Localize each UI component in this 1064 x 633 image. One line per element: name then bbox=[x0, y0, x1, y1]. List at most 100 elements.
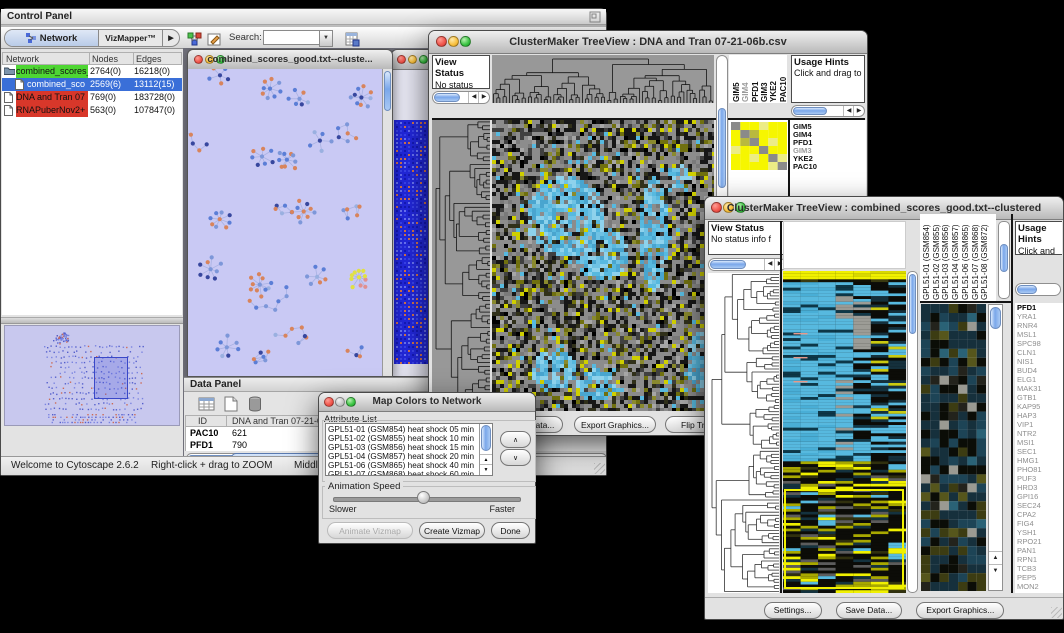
create-vizmap-button[interactable]: Create Vizmap bbox=[419, 522, 485, 539]
network-table-row[interactable]: combined_scores_2764(0)16218(0) bbox=[2, 65, 182, 78]
select-attributes-icon[interactable] bbox=[198, 396, 216, 417]
zoom-heatmap[interactable] bbox=[921, 304, 986, 591]
global-heatmap[interactable] bbox=[492, 120, 714, 411]
gene-label[interactable]: MSL1 bbox=[1015, 330, 1063, 339]
gene-label[interactable]: RPN1 bbox=[1015, 555, 1063, 564]
treeview2-titlebar[interactable]: ClusterMaker TreeView : combined_scores_… bbox=[705, 197, 1063, 220]
attribute-list-scrollbar[interactable]: ▲ ▼ bbox=[479, 424, 492, 475]
zoom-button[interactable] bbox=[419, 55, 428, 64]
gene-label[interactable]: GTB1 bbox=[1015, 393, 1063, 402]
network-table-row[interactable]: RNAPuberNov2+563(0)107847(0) bbox=[2, 104, 182, 117]
resize-grip[interactable] bbox=[594, 463, 605, 474]
gene-label[interactable]: PHO81 bbox=[1015, 465, 1063, 474]
gene-label[interactable]: NTR2 bbox=[1015, 429, 1063, 438]
treeview-button[interactable]: Save Data... bbox=[836, 602, 903, 619]
move-up-button[interactable]: ∧ bbox=[500, 431, 531, 448]
treeview-button[interactable]: Settings... bbox=[764, 602, 822, 619]
scroll-up-arrow[interactable]: ▲ bbox=[989, 551, 1002, 564]
column-label[interactable]: GPL51-08 (GSM872) bbox=[980, 214, 990, 300]
search-dropdown-button[interactable]: ▼ bbox=[319, 30, 333, 47]
gene-label[interactable]: MON2 bbox=[1015, 582, 1063, 591]
treeview1-titlebar[interactable]: ClusterMaker TreeView : DNA and Tran 07-… bbox=[429, 31, 867, 54]
gene-label[interactable]: YRA1 bbox=[1015, 312, 1063, 321]
scroll-down-arrow[interactable]: ▼ bbox=[989, 564, 1002, 577]
attribute-list-item[interactable]: GPL51-04 (GSM857) heat shock 20 min bbox=[328, 452, 490, 461]
gene-label[interactable]: HMG1 bbox=[1015, 456, 1063, 465]
zoom-panel-vscrollbar[interactable]: ▲ ▼ bbox=[988, 304, 1003, 591]
scroll-down-arrow[interactable]: ▼ bbox=[480, 464, 492, 475]
zoom-row-label[interactable]: PAC10 bbox=[793, 163, 853, 171]
gene-label[interactable]: HAP3 bbox=[1015, 411, 1063, 420]
overview-viewport-rect[interactable] bbox=[94, 357, 128, 399]
treeview1-status-hscrollbar[interactable]: ◀▶ bbox=[432, 91, 490, 104]
attribute-list-item[interactable]: GPL51-07 (GSM868) heat shock 60 min bbox=[328, 470, 490, 476]
move-down-button[interactable]: ∨ bbox=[500, 449, 531, 466]
treeview-button[interactable]: Export Graphics... bbox=[574, 416, 656, 433]
tab-network[interactable]: Network bbox=[5, 30, 99, 46]
network-window-2-titlebar[interactable] bbox=[392, 50, 432, 70]
gene-label[interactable]: CPA2 bbox=[1015, 510, 1063, 519]
gene-label[interactable]: FIG4 bbox=[1015, 519, 1063, 528]
attribute-list-item[interactable]: GPL51-03 (GSM856) heat shock 15 min bbox=[328, 443, 490, 452]
treeview1-hints-hscrollbar[interactable]: ◀▶ bbox=[791, 105, 865, 117]
gene-label[interactable]: SEC1 bbox=[1015, 447, 1063, 456]
network-overview-panel[interactable] bbox=[4, 325, 180, 426]
gene-label[interactable]: MAK31 bbox=[1015, 384, 1063, 393]
resize-grip[interactable] bbox=[1051, 607, 1062, 618]
gene-label[interactable]: SEC24 bbox=[1015, 501, 1063, 510]
search-input[interactable] bbox=[263, 30, 321, 45]
gene-label[interactable]: ELG1 bbox=[1015, 375, 1063, 384]
gene-label[interactable]: PUF3 bbox=[1015, 474, 1063, 483]
delete-attribute-icon[interactable] bbox=[248, 396, 262, 417]
treeview-button[interactable]: Export Graphics... bbox=[916, 602, 1004, 619]
dense-network-canvas[interactable] bbox=[394, 120, 430, 364]
gene-label[interactable]: BUD4 bbox=[1015, 366, 1063, 375]
gene-label[interactable]: RPO21 bbox=[1015, 537, 1063, 546]
annotation-icon[interactable] bbox=[205, 31, 224, 48]
panel-splitter[interactable] bbox=[1, 317, 183, 324]
gene-label[interactable]: PEP5 bbox=[1015, 573, 1063, 582]
gene-label[interactable]: VIP1 bbox=[1015, 420, 1063, 429]
treeview2-hints-hscrollbar[interactable] bbox=[1015, 283, 1061, 296]
zoom-heatmap[interactable] bbox=[731, 122, 787, 170]
gene-label[interactable]: KAP95 bbox=[1015, 402, 1063, 411]
network-vertical-scrollbar[interactable] bbox=[382, 69, 392, 376]
gene-label[interactable]: SPC98 bbox=[1015, 339, 1063, 348]
network-canvas[interactable] bbox=[188, 69, 382, 376]
gene-label[interactable]: MSI1 bbox=[1015, 438, 1063, 447]
column-label[interactable]: GPL51-07 (GSM868) bbox=[971, 214, 981, 300]
tab-vizmapper[interactable]: VizMapper™ bbox=[99, 30, 163, 46]
vizmapper-icon[interactable] bbox=[185, 31, 204, 48]
attribute-list[interactable]: GPL51-01 (GSM854) heat shock 05 min GPL51… bbox=[325, 423, 493, 476]
column-label[interactable]: YKE2 bbox=[769, 56, 779, 102]
gene-label[interactable]: CLN1 bbox=[1015, 348, 1063, 357]
column-labels-vscrollbar[interactable] bbox=[998, 221, 1010, 299]
gene-label[interactable]: YSH1 bbox=[1015, 528, 1063, 537]
attribute-list-item[interactable]: GPL51-06 (GSM865) heat shock 40 min bbox=[328, 461, 490, 470]
column-label[interactable]: GPL51-04 (GSM857) bbox=[951, 214, 961, 300]
column-label[interactable]: GPL51-06 (GSM865) bbox=[961, 214, 971, 300]
row-dendrogram[interactable] bbox=[432, 120, 490, 411]
attribute-list-item[interactable]: GPL51-01 (GSM854) heat shock 05 min bbox=[328, 425, 490, 434]
column-label[interactable]: PAC10 bbox=[779, 56, 789, 102]
network-table-row[interactable]: DNA and Tran 07769(0)183728(0) bbox=[2, 91, 182, 104]
gene-label[interactable]: RNR4 bbox=[1015, 321, 1063, 330]
row-dendrogram[interactable] bbox=[708, 273, 779, 593]
animation-speed-slider-thumb[interactable] bbox=[417, 491, 430, 504]
done-button[interactable]: Done bbox=[491, 522, 530, 539]
column-dendrogram[interactable] bbox=[492, 55, 714, 103]
heatmap-selection-rect[interactable] bbox=[784, 489, 904, 589]
column-label[interactable]: GIM4 bbox=[741, 56, 751, 102]
float-panel-icon[interactable] bbox=[589, 11, 601, 29]
gene-label[interactable]: PAN1 bbox=[1015, 546, 1063, 555]
gene-label[interactable]: PFD1 bbox=[1015, 303, 1063, 312]
gene-label[interactable]: TCB3 bbox=[1015, 564, 1063, 573]
new-attribute-icon[interactable] bbox=[224, 396, 238, 417]
table-import-icon[interactable] bbox=[343, 31, 362, 48]
gene-label[interactable]: NIS1 bbox=[1015, 357, 1063, 366]
minimize-button[interactable] bbox=[408, 55, 417, 64]
gene-label[interactable]: GPI16 bbox=[1015, 492, 1063, 501]
tab-overflow-arrow[interactable]: ▶ bbox=[163, 30, 179, 46]
network-window-1-titlebar[interactable]: combined_scores_good.txt--cluste... bbox=[188, 50, 392, 70]
column-label[interactable]: GPL51-03 (GSM856) bbox=[941, 214, 951, 300]
